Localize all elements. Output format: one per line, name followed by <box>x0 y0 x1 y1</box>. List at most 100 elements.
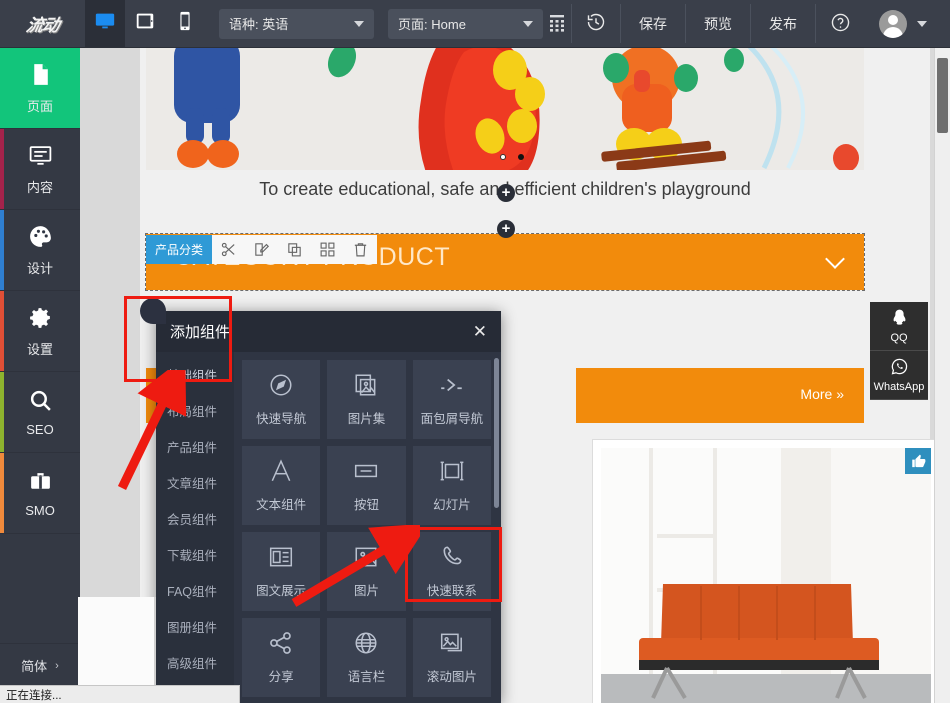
component-label: 文本组件 <box>256 498 307 512</box>
chevron-down-icon <box>354 20 364 27</box>
page-scrollbar-track[interactable] <box>934 48 950 703</box>
accent-bar <box>0 210 4 290</box>
nav-item-product[interactable]: 产品组件 <box>156 428 234 464</box>
edit-button[interactable] <box>245 235 278 264</box>
product-card[interactable] <box>592 439 940 703</box>
sidebar-item-content[interactable]: 内容 <box>0 129 80 210</box>
component-button[interactable]: 按钮 <box>327 446 406 525</box>
modal-category-nav[interactable]: 基础组件 布局组件 产品组件 文章组件 会员组件 下载组件 FAQ组件 图册组件… <box>156 352 234 703</box>
element-toolbar[interactable]: 产品分类 <box>146 235 378 264</box>
layout-button[interactable] <box>311 235 344 264</box>
briefcase-icon <box>28 469 53 497</box>
breadcrumb-icon <box>439 372 465 401</box>
history-button[interactable] <box>572 0 620 47</box>
nav-item-advanced[interactable]: 高级组件 <box>156 644 234 680</box>
thumbs-up-icon[interactable] <box>905 448 931 474</box>
cut-tool-button[interactable] <box>212 235 245 264</box>
nav-item-layout[interactable]: 布局组件 <box>156 392 234 428</box>
component-scrolling-image[interactable]: 滚动图片 <box>412 618 491 697</box>
app-logo[interactable]: 流动 <box>0 0 85 47</box>
sidebar-item-label: 设置 <box>26 341 53 357</box>
whatsapp-icon <box>890 357 909 379</box>
component-share[interactable]: 分享 <box>242 618 321 697</box>
copy-button[interactable] <box>278 235 311 264</box>
page-select[interactable]: 页面: Home <box>388 8 543 39</box>
sofa-illustration <box>601 448 931 703</box>
widget-whatsapp[interactable]: WhatsApp <box>870 351 928 400</box>
section-handle[interactable] <box>140 298 166 324</box>
publish-button[interactable]: 发布 <box>751 0 815 47</box>
hero-banner-image <box>146 48 864 170</box>
phone-call-icon <box>439 544 465 573</box>
app-root: To create educational, safe and efficien… <box>0 0 950 703</box>
component-text[interactable]: 文本组件 <box>242 446 321 525</box>
device-toggle-mobile[interactable] <box>165 0 205 47</box>
sidebar-item-design[interactable]: 设计 <box>0 210 80 291</box>
chevron-right-icon: › <box>55 659 59 672</box>
nav-item-download[interactable]: 下载组件 <box>156 536 234 572</box>
save-button[interactable]: 保存 <box>621 0 685 47</box>
search-icon <box>28 388 53 416</box>
add-section-below-button[interactable]: + <box>497 220 515 238</box>
product-image <box>601 448 931 703</box>
add-component-modal[interactable]: 添加组件 ✕ 基础组件 布局组件 产品组件 文章组件 会员组件 下载组件 FAQ… <box>156 311 501 703</box>
share-icon <box>268 630 294 659</box>
modal-title: 添加组件 <box>170 324 231 341</box>
device-toggle-tablet[interactable] <box>125 0 165 47</box>
close-icon[interactable]: ✕ <box>473 323 487 340</box>
help-circle-icon <box>830 12 851 36</box>
gear-icon <box>28 305 53 333</box>
component-image-text[interactable]: 图文展示 <box>242 532 321 611</box>
nav-item-faq[interactable]: FAQ组件 <box>156 572 234 608</box>
phone-icon <box>174 10 196 37</box>
component-image[interactable]: 图片 <box>327 532 406 611</box>
component-quick-nav[interactable]: 快速导航 <box>242 360 321 439</box>
text-a-icon <box>268 458 294 487</box>
page-scrollbar-thumb[interactable] <box>937 58 948 133</box>
sidebar-filler <box>0 534 80 644</box>
top-toolbar: 流动 语种: 英语 页面: Home 保存 预览 发布 <box>0 0 950 48</box>
sidebar-item-smo[interactable]: SMO <box>0 453 80 534</box>
sidebar-item-pages[interactable]: 页面 <box>0 48 80 129</box>
device-toggle-desktop[interactable] <box>85 0 125 47</box>
page-select-value: 页面: Home <box>398 17 466 32</box>
nav-item-album[interactable]: 图册组件 <box>156 608 234 644</box>
help-button[interactable] <box>816 0 865 47</box>
chevron-down-icon[interactable] <box>825 249 845 269</box>
accent-bar <box>0 291 4 371</box>
component-label: 图片集 <box>347 412 386 426</box>
nav-item-basic[interactable]: 基础组件 <box>156 356 234 392</box>
component-label: 快速导航 <box>256 412 307 426</box>
hero-dot-solid <box>518 154 524 160</box>
nav-item-member[interactable]: 会员组件 <box>156 500 234 536</box>
component-label: 分享 <box>268 670 294 684</box>
sidebar-item-label: 页面 <box>26 98 53 114</box>
sidebar-item-seo[interactable]: SEO <box>0 372 80 453</box>
more-banner[interactable]: More » <box>576 368 864 423</box>
modal-scrollbar-thumb[interactable] <box>494 358 499 508</box>
grid-dots-icon[interactable] <box>543 0 571 47</box>
widget-qq-label: QQ <box>890 332 908 344</box>
component-breadcrumb[interactable]: 面包屑导航 <box>412 360 491 439</box>
nav-item-article[interactable]: 文章组件 <box>156 464 234 500</box>
sidebar-item-label: 设计 <box>26 260 53 276</box>
delete-button[interactable] <box>344 235 377 264</box>
language-select[interactable]: 语种: 英语 <box>219 8 374 39</box>
more-link[interactable]: More » <box>800 386 844 402</box>
user-account-menu[interactable] <box>865 0 935 47</box>
widget-qq[interactable]: QQ <box>870 302 928 351</box>
floating-contact-widgets: QQ WhatsApp <box>870 302 928 400</box>
add-section-above-button[interactable]: + <box>497 184 515 202</box>
language-select-value: 语种: 英语 <box>229 17 289 32</box>
component-language-bar[interactable]: 语言栏 <box>327 618 406 697</box>
component-quick-contact[interactable]: 快速联系 <box>412 532 491 611</box>
sidebar-item-settings[interactable]: 设置 <box>0 291 80 372</box>
sidebar-item-label: 内容 <box>26 179 53 195</box>
status-text: 正在连接... <box>6 689 62 702</box>
component-label: 语言栏 <box>347 670 386 684</box>
preview-button[interactable]: 预览 <box>686 0 750 47</box>
sidebar-language-switch[interactable]: 简体 › <box>0 644 80 688</box>
component-slideshow[interactable]: 幻灯片 <box>412 446 491 525</box>
component-label: 按钮 <box>353 498 379 512</box>
component-image-gallery[interactable]: 图片集 <box>327 360 406 439</box>
